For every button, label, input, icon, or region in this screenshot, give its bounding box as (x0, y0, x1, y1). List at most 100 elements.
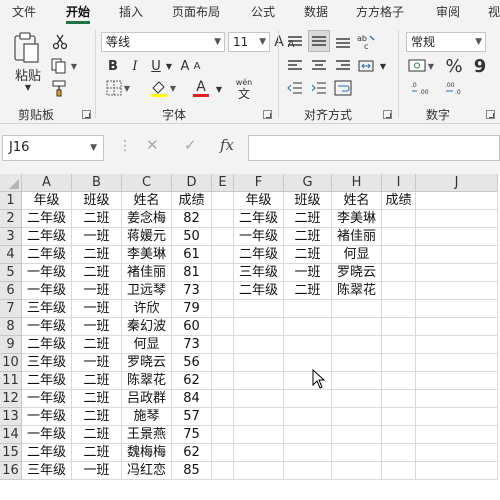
cell-i9[interactable] (382, 336, 416, 354)
wrap-text-icon[interactable] (332, 78, 354, 98)
cell-a7[interactable]: 三年级 (22, 300, 72, 318)
cell-d3[interactable]: 50 (172, 228, 212, 246)
increase-indent-icon[interactable] (308, 78, 330, 98)
cell-i15[interactable] (382, 444, 416, 462)
cell-a8[interactable]: 一年级 (22, 318, 72, 336)
cell-j6[interactable] (416, 282, 498, 300)
row-header-10[interactable]: 10 (0, 354, 22, 372)
cell-j1[interactable] (416, 192, 498, 210)
cell-g6[interactable]: 二班 (284, 282, 332, 300)
cell-h8[interactable] (332, 318, 382, 336)
cell-g7[interactable] (284, 300, 332, 318)
cell-j9[interactable] (416, 336, 498, 354)
cell-b3[interactable]: 一班 (72, 228, 122, 246)
align-left-icon[interactable] (284, 56, 306, 76)
number-launcher-icon[interactable] (486, 110, 495, 119)
cell-d1[interactable]: 成绩 (172, 192, 212, 210)
cell-e12[interactable] (212, 390, 234, 408)
paste-dropdown-chevron-down-icon[interactable]: ▼ (22, 82, 34, 92)
align-middle-icon[interactable] (308, 30, 330, 52)
cell-a5[interactable]: 一年级 (22, 264, 72, 282)
cell-i7[interactable] (382, 300, 416, 318)
copy-icon[interactable]: ▼ (50, 56, 78, 76)
cell-a3[interactable]: 二年级 (22, 228, 72, 246)
cell-h13[interactable] (332, 408, 382, 426)
cell-e11[interactable] (212, 372, 234, 390)
currency-icon[interactable]: ▼ (406, 56, 436, 76)
cell-h10[interactable] (332, 354, 382, 372)
bold-button[interactable]: B (104, 56, 122, 76)
row-header-16[interactable]: 16 (0, 462, 22, 480)
cell-c13[interactable]: 施琴 (122, 408, 172, 426)
cell-c7[interactable]: 许欣 (122, 300, 172, 318)
cell-c2[interactable]: 姜念梅 (122, 210, 172, 228)
cell-c9[interactable]: 何显 (122, 336, 172, 354)
cell-a9[interactable]: 二年级 (22, 336, 72, 354)
percent-button[interactable]: % (444, 56, 464, 77)
cell-h14[interactable] (332, 426, 382, 444)
cell-d15[interactable]: 62 (172, 444, 212, 462)
cell-h16[interactable] (332, 462, 382, 480)
formula-input[interactable] (248, 135, 500, 161)
cell-a10[interactable]: 三年级 (22, 354, 72, 372)
tab-home[interactable]: 开始 (66, 2, 91, 24)
cell-c4[interactable]: 李美琳 (122, 246, 172, 264)
row-header-4[interactable]: 4 (0, 246, 22, 264)
font-launcher-icon[interactable] (263, 110, 272, 119)
cell-f7[interactable] (234, 300, 284, 318)
cell-g16[interactable] (284, 462, 332, 480)
cell-f15[interactable] (234, 444, 284, 462)
cell-i1[interactable]: 成绩 (382, 192, 416, 210)
column-header-i[interactable]: I (382, 174, 416, 192)
underline-chevron-down-icon[interactable]: ▼ (164, 56, 174, 76)
cell-g15[interactable] (284, 444, 332, 462)
cell-h2[interactable]: 李美琳 (332, 210, 382, 228)
cell-i16[interactable] (382, 462, 416, 480)
cell-a12[interactable]: 一年级 (22, 390, 72, 408)
alignment-launcher-icon[interactable] (383, 110, 392, 119)
increase-decimal-icon[interactable]: .0.00 (410, 78, 434, 98)
cell-d9[interactable]: 73 (172, 336, 212, 354)
font-color-chevron-down-icon[interactable]: ▼ (214, 84, 224, 94)
cell-e16[interactable] (212, 462, 234, 480)
cell-e13[interactable] (212, 408, 234, 426)
column-header-j[interactable]: J (416, 174, 498, 192)
cell-j4[interactable] (416, 246, 498, 264)
insert-function-button[interactable]: fx (220, 136, 234, 154)
cell-f1[interactable]: 年级 (234, 192, 284, 210)
cell-f9[interactable] (234, 336, 284, 354)
cell-d12[interactable]: 84 (172, 390, 212, 408)
cell-i12[interactable] (382, 390, 416, 408)
cell-b14[interactable]: 二班 (72, 426, 122, 444)
cell-b10[interactable]: 一班 (72, 354, 122, 372)
cell-b8[interactable]: 一班 (72, 318, 122, 336)
row-header-14[interactable]: 14 (0, 426, 22, 444)
cell-h1[interactable]: 姓名 (332, 192, 382, 210)
cell-a13[interactable]: 一年级 (22, 408, 72, 426)
cell-b7[interactable]: 一班 (72, 300, 122, 318)
row-header-11[interactable]: 11 (0, 372, 22, 390)
cell-c3[interactable]: 蒋媛元 (122, 228, 172, 246)
cell-j13[interactable] (416, 408, 498, 426)
cell-c14[interactable]: 王景燕 (122, 426, 172, 444)
align-bottom-icon[interactable] (332, 32, 354, 52)
cell-g3[interactable]: 二班 (284, 228, 332, 246)
cell-g8[interactable] (284, 318, 332, 336)
cell-f12[interactable] (234, 390, 284, 408)
cell-g2[interactable]: 二班 (284, 210, 332, 228)
tab-data[interactable]: 数据 (304, 2, 328, 22)
cell-e8[interactable] (212, 318, 234, 336)
cell-c6[interactable]: 卫远琴 (122, 282, 172, 300)
cell-e14[interactable] (212, 426, 234, 444)
cell-c1[interactable]: 姓名 (122, 192, 172, 210)
cell-c12[interactable]: 吕政群 (122, 390, 172, 408)
cell-a2[interactable]: 二年级 (22, 210, 72, 228)
cell-j14[interactable] (416, 426, 498, 444)
format-painter-icon[interactable] (50, 78, 70, 98)
cell-f14[interactable] (234, 426, 284, 444)
cell-h5[interactable]: 罗晓云 (332, 264, 382, 282)
font-color-icon[interactable]: A (186, 78, 216, 98)
cell-j16[interactable] (416, 462, 498, 480)
merge-center-icon[interactable] (354, 56, 378, 76)
cell-i6[interactable] (382, 282, 416, 300)
